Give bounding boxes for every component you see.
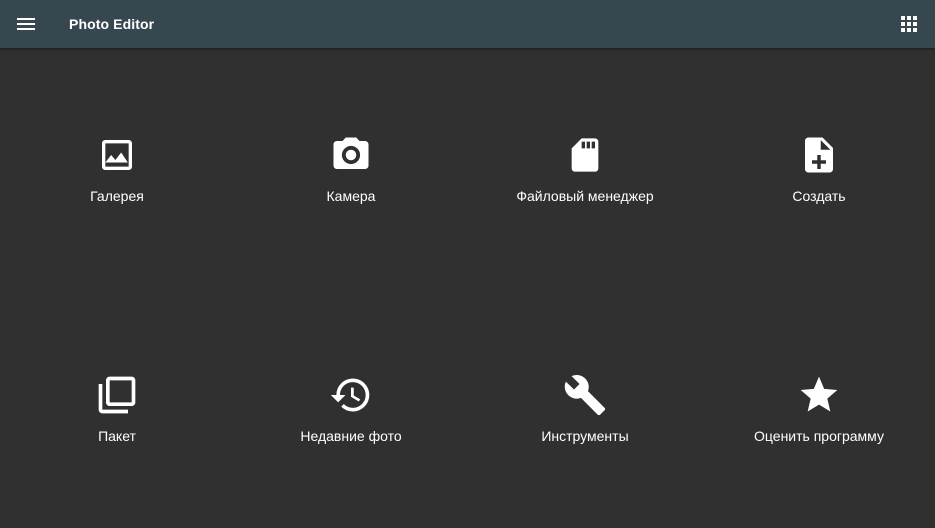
- tools-tile[interactable]: Инструменты: [468, 288, 702, 528]
- top-app-bar: Photo Editor: [0, 0, 935, 48]
- tools-label: Инструменты: [541, 428, 629, 444]
- create-tile[interactable]: Создать: [702, 48, 935, 288]
- camera-tile[interactable]: Камера: [234, 48, 468, 288]
- apps-grid-icon: [901, 16, 917, 32]
- hamburger-menu-icon: [17, 18, 35, 30]
- wrench-icon: [562, 372, 608, 418]
- batch-tile[interactable]: Пакет: [0, 288, 234, 528]
- recent-photos-label: Недавние фото: [300, 428, 402, 444]
- gallery-tile[interactable]: Галерея: [0, 48, 234, 288]
- gallery-label: Галерея: [90, 188, 144, 204]
- rate-app-tile[interactable]: Оценить программу: [702, 288, 935, 528]
- file-manager-tile[interactable]: Файловый менеджер: [468, 48, 702, 288]
- sd-card-icon: [562, 132, 608, 178]
- menu-button[interactable]: [4, 4, 48, 44]
- app-window: Photo Editor Галерея Камера Файловый мен…: [0, 0, 935, 528]
- batch-label: Пакет: [98, 428, 136, 444]
- batch-layers-icon: [94, 372, 140, 418]
- apps-button[interactable]: [887, 4, 931, 44]
- image-icon: [94, 132, 140, 178]
- file-manager-label: Файловый менеджер: [516, 188, 654, 204]
- star-icon: [796, 372, 842, 418]
- camera-label: Камера: [326, 188, 376, 204]
- history-icon: [328, 372, 374, 418]
- app-title: Photo Editor: [69, 16, 155, 32]
- new-file-icon: [796, 132, 842, 178]
- rate-app-label: Оценить программу: [754, 428, 884, 444]
- recent-photos-tile[interactable]: Недавние фото: [234, 288, 468, 528]
- camera-icon: [328, 132, 374, 178]
- create-label: Создать: [792, 188, 846, 204]
